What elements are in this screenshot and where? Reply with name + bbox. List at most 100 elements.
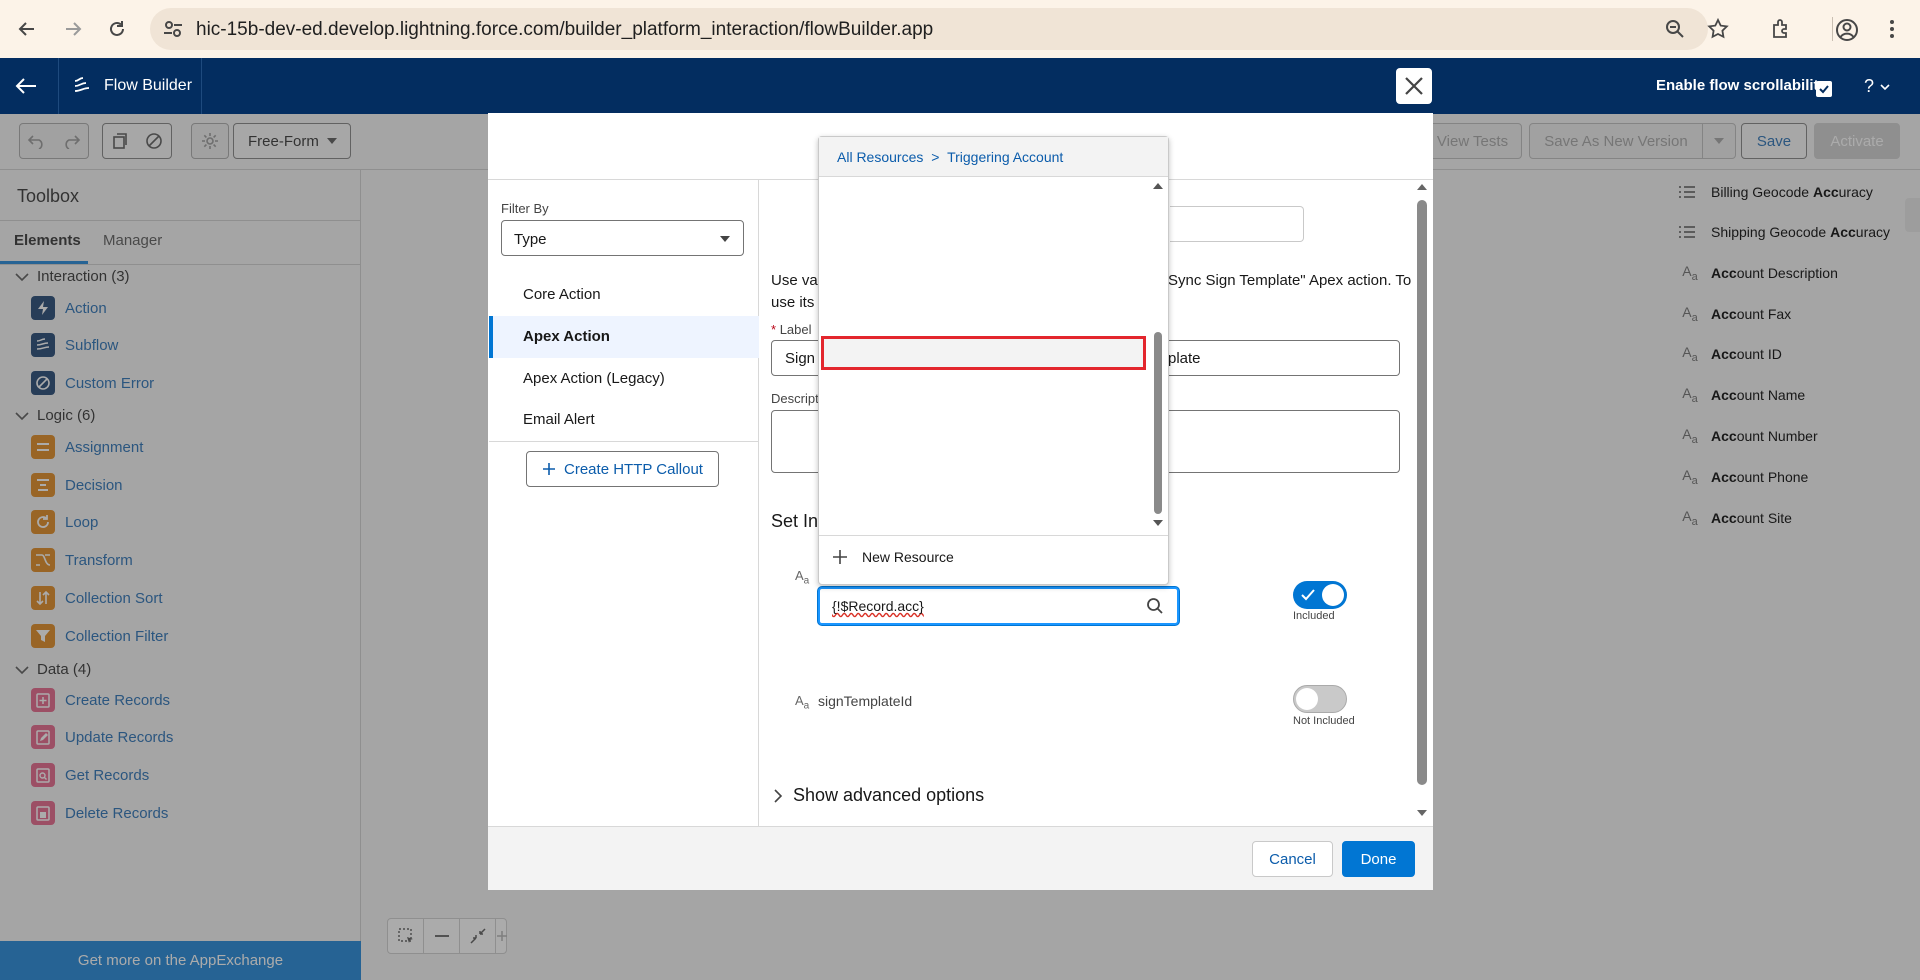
- option-label: Account Site: [1711, 510, 1792, 526]
- resource-option[interactable]: Aa Account Name: [820, 376, 1805, 414]
- resource-option[interactable]: Billing Geocode Accuracy: [820, 173, 1873, 211]
- toggle-knob: [1296, 688, 1318, 710]
- filter-by-label: Filter By: [501, 201, 549, 216]
- done-button[interactable]: Done: [1342, 841, 1415, 877]
- include-toggle-off[interactable]: [1293, 685, 1347, 713]
- text-type-icon: Aa: [1682, 426, 1698, 446]
- modal-backdrop: [0, 114, 361, 980]
- reload-icon[interactable]: [100, 12, 134, 46]
- zoom-icon[interactable]: [1664, 18, 1686, 40]
- resource-option[interactable]: Aa Account Fax: [820, 295, 1791, 333]
- option-label: Account Fax: [1711, 306, 1792, 322]
- chevron-right-icon: [774, 788, 783, 803]
- browser-divider: [1832, 17, 1833, 41]
- browser-menu-icon[interactable]: [1888, 17, 1896, 41]
- button-label: Create HTTP Callout: [564, 460, 703, 478]
- forward-arrow-icon[interactable]: [56, 12, 90, 46]
- resource-option[interactable]: Aa Account Number: [820, 417, 1817, 455]
- category-core-action[interactable]: Core Action: [523, 286, 601, 303]
- category-email-alert[interactable]: Email Alert: [523, 411, 595, 428]
- check-icon: [1301, 589, 1315, 601]
- toggle-knob: [1322, 584, 1344, 606]
- app-title: Flow Builder: [104, 77, 193, 94]
- site-settings-icon[interactable]: [162, 18, 184, 40]
- scroll-down-arrow-icon[interactable]: [1152, 519, 1164, 527]
- help-menu[interactable]: ?: [1864, 76, 1890, 97]
- scroll-down-arrow-icon[interactable]: [1416, 809, 1428, 817]
- label-input-value: Sign: [785, 350, 816, 367]
- back-arrow-icon[interactable]: [10, 12, 44, 46]
- resource-option[interactable]: Aa Account Phone: [820, 458, 1808, 496]
- flow-icon: [72, 76, 92, 96]
- included-label: Included: [1293, 610, 1335, 622]
- header-divider: [58, 58, 59, 114]
- not-included-label: Not Included: [1293, 715, 1355, 727]
- text-type-icon: Aa: [1682, 385, 1698, 405]
- close-modal-button[interactable]: [1396, 68, 1432, 104]
- profile-icon[interactable]: [1834, 17, 1860, 43]
- text-type-icon: Aa: [1682, 344, 1698, 364]
- text-type-icon: Aa: [1682, 467, 1698, 487]
- show-advanced-options-toggle[interactable]: Show advanced options: [773, 785, 984, 806]
- resource-option[interactable]: Aa Account Site: [820, 499, 1792, 537]
- label-field-label: * Label: [771, 322, 812, 337]
- option-label: Account ID: [1711, 346, 1782, 362]
- description-text: Use val: [771, 272, 822, 289]
- scrollability-checkbox[interactable]: [1816, 81, 1832, 97]
- option-label: Account Number: [1711, 428, 1818, 444]
- plus-icon: [833, 550, 847, 564]
- resource-option[interactable]: Shipping Geocode Accuracy: [820, 213, 1890, 251]
- label-input-value: plate: [1168, 350, 1201, 367]
- resource-option[interactable]: Aa Account ID i: [820, 335, 1782, 373]
- header-divider: [201, 58, 202, 114]
- list-icon: [1678, 225, 1702, 239]
- app-header: [0, 58, 1920, 114]
- category-apex-action[interactable]: Apex Action: [523, 328, 610, 345]
- scrollability-label: Enable flow scrollability: [1656, 77, 1827, 94]
- chevron-down-icon: [720, 236, 730, 242]
- search-field-tail[interactable]: [1170, 206, 1304, 242]
- breadcrumb-root-link[interactable]: All Resources: [837, 149, 923, 165]
- modal-scrollbar-thumb[interactable]: [1417, 200, 1427, 785]
- text-type-icon: Aa: [795, 693, 810, 712]
- chevron-down-icon: [1880, 83, 1890, 90]
- category-apex-action-legacy[interactable]: Apex Action (Legacy): [523, 370, 665, 387]
- dropdown-scrollbar-thumb[interactable]: [1154, 332, 1162, 514]
- list-icon: [1678, 185, 1702, 199]
- url-text: hic-15b-dev-ed.develop.lightning.force.c…: [196, 19, 934, 40]
- option-label: Account Description: [1711, 265, 1838, 281]
- breadcrumb-separator: >: [931, 149, 940, 165]
- filter-type-select[interactable]: Type: [501, 220, 744, 256]
- text-type-icon: Aa: [795, 568, 810, 587]
- resource-input-value: {!$Record.acc}: [832, 598, 924, 614]
- description-field-label: Descript: [771, 391, 819, 406]
- breadcrumb: All Resources > Triggering Account: [837, 149, 1063, 165]
- category-selected-indicator: [489, 316, 493, 358]
- advanced-label: Show advanced options: [793, 785, 985, 805]
- resource-option[interactable]: Aa Account Description: [820, 254, 1838, 292]
- divider: [819, 535, 1168, 536]
- option-label: Account Name: [1711, 387, 1806, 403]
- create-http-callout-button[interactable]: Create HTTP Callout: [526, 451, 719, 487]
- description-text: Sync Sign Template" Apex action. To: [1168, 272, 1412, 289]
- filter-type-value: Type: [514, 231, 547, 248]
- scroll-up-arrow-icon[interactable]: [1152, 182, 1164, 190]
- breadcrumb-current[interactable]: Triggering Account: [947, 149, 1063, 165]
- description-text: use its: [771, 294, 815, 311]
- include-toggle-on[interactable]: [1293, 581, 1347, 609]
- option-label: Shipping Geocode Accuracy: [1711, 224, 1891, 240]
- text-type-icon: Aa: [1682, 508, 1698, 528]
- new-resource-option[interactable]: New Resource: [832, 549, 954, 565]
- action-category-sidebar: [489, 180, 759, 826]
- bookmark-star-icon[interactable]: [1706, 17, 1730, 41]
- label-text: Label: [779, 322, 812, 337]
- cancel-button[interactable]: Cancel: [1252, 841, 1333, 877]
- scroll-up-arrow-icon[interactable]: [1416, 183, 1428, 191]
- search-icon[interactable]: [1146, 597, 1164, 615]
- option-label: Account Phone: [1711, 469, 1809, 485]
- new-resource-label: New Resource: [862, 549, 954, 565]
- back-arrow-icon[interactable]: [14, 76, 38, 96]
- extensions-icon[interactable]: [1770, 17, 1794, 41]
- close-icon: [1405, 77, 1423, 95]
- divider: [489, 441, 759, 442]
